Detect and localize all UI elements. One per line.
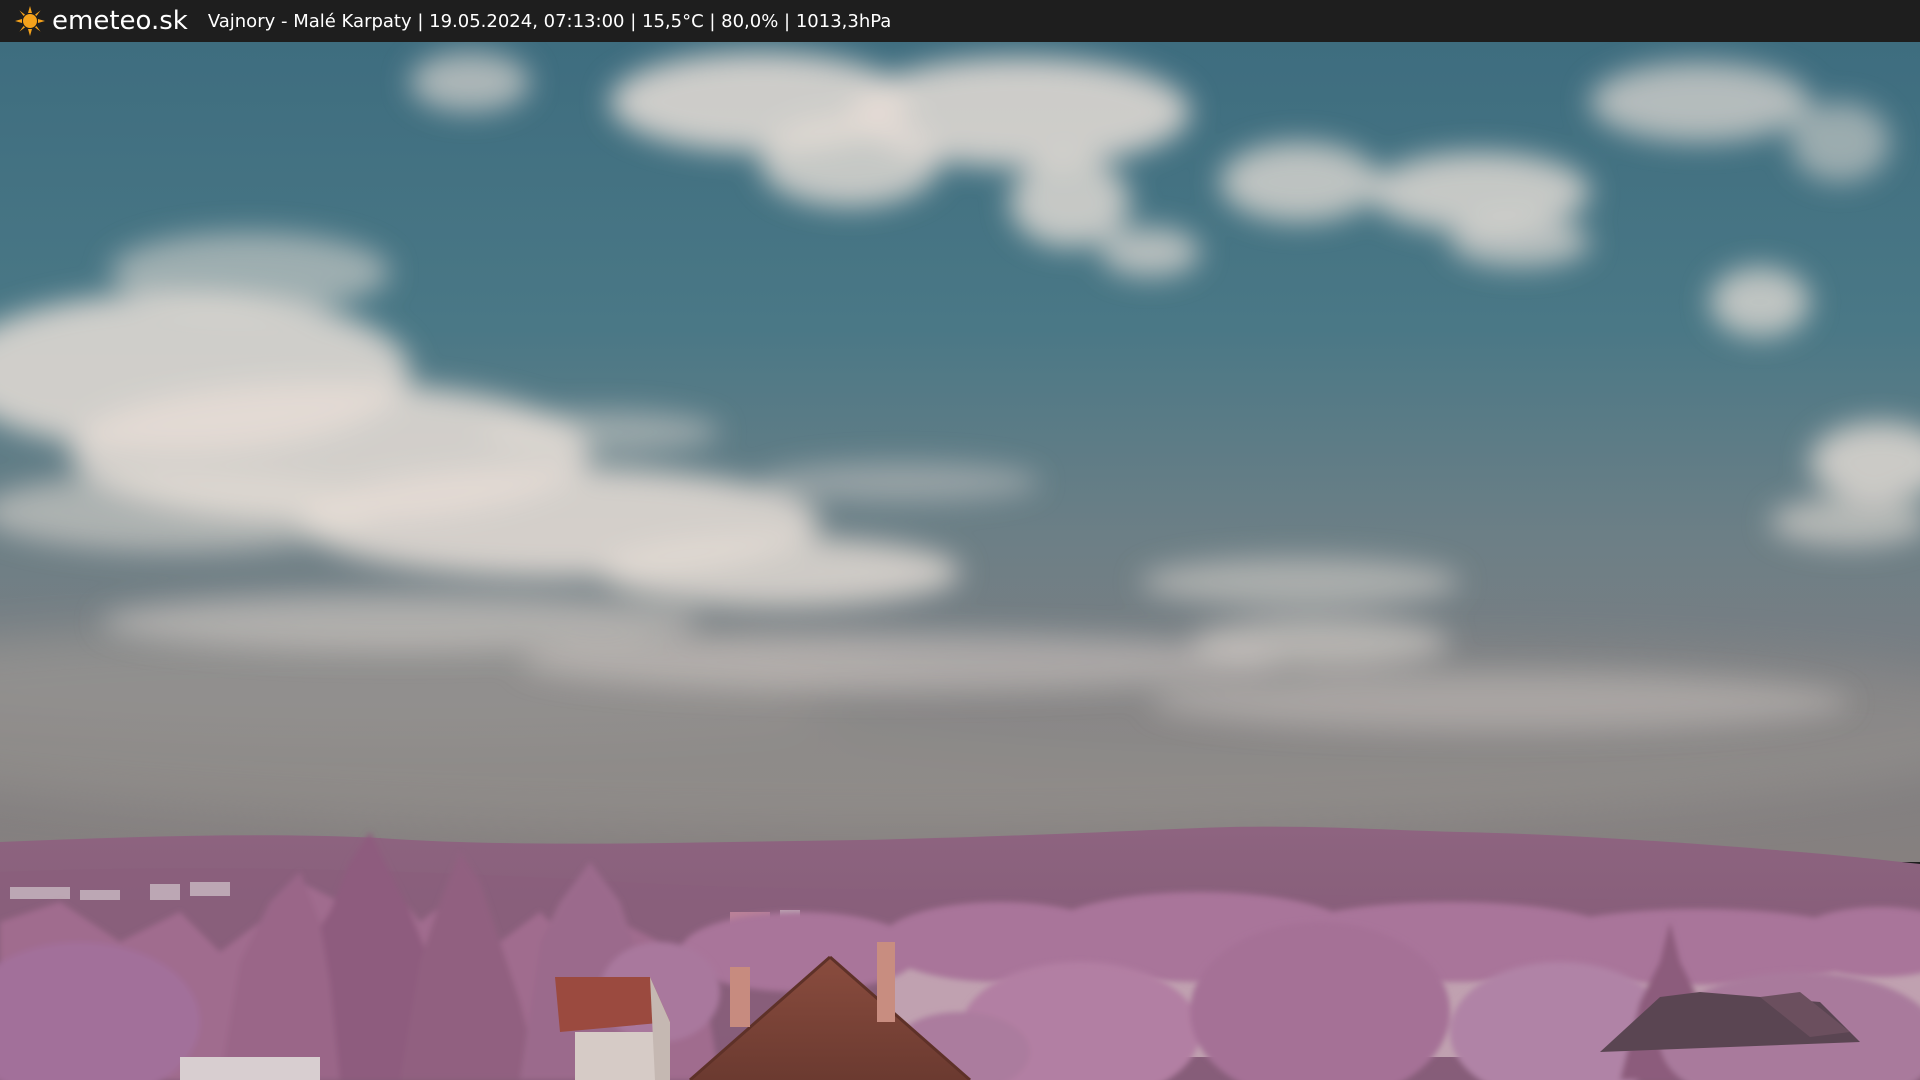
webcam-scene xyxy=(0,42,1920,1080)
fence-left xyxy=(180,1057,320,1080)
webcam-image xyxy=(0,42,1920,1080)
brand-name: emeteo.sk xyxy=(52,6,188,36)
brand-logo[interactable]: emeteo.sk xyxy=(14,0,188,42)
sun-icon xyxy=(15,6,45,36)
top-bar: emeteo.sk Vajnory - Malé Karpaty | 19.05… xyxy=(0,0,1920,42)
station-caption: Vajnory - Malé Karpaty | 19.05.2024, 07:… xyxy=(207,10,892,32)
